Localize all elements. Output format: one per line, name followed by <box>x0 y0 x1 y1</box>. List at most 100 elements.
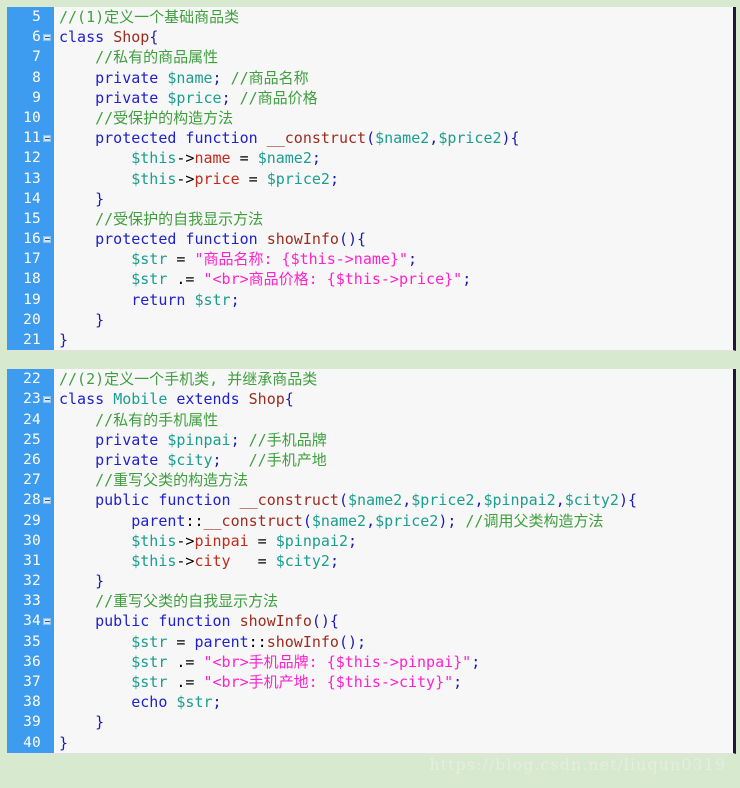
fold-spacer <box>42 550 54 572</box>
code-line-text: private $price; //商品价格 <box>54 88 733 108</box>
code-line-text: $str .= "<br>商品价格: {$this->price}"; <box>54 269 733 289</box>
code-token: $name2 <box>311 511 367 530</box>
code-token: $price2 <box>266 169 330 188</box>
code-token: = <box>239 169 267 188</box>
line-number: 10 <box>7 107 42 129</box>
code-line[interactable]: 26 private $city; //手机产地 <box>7 449 733 471</box>
code-token: $price2 <box>438 129 502 148</box>
code-line[interactable]: 24 //私有的手机属性 <box>7 409 733 430</box>
fold-spacer <box>42 712 54 733</box>
fold-collapse-icon[interactable] <box>42 611 54 632</box>
code-token: showInfo <box>239 612 312 631</box>
code-line[interactable]: 30 $this->pinpai = $pinpai2; <box>7 530 733 551</box>
code-token: ; <box>348 531 358 550</box>
code-line[interactable]: 23 class Mobile extends Shop{ <box>7 389 733 410</box>
code-line[interactable]: 25 private $pinpai; //手机品牌 <box>7 429 733 450</box>
code-line-text: private $name; //商品名称 <box>54 68 733 88</box>
code-line[interactable]: 22 //(2)定义一个手机类, 并继承商品类 <box>7 369 733 390</box>
code-line[interactable]: 12 $this->name = $name2; <box>7 148 733 169</box>
fold-collapse-icon[interactable] <box>42 490 54 511</box>
line-number: 18 <box>7 269 42 290</box>
code-token: ; <box>471 652 481 671</box>
code-line[interactable]: 31 $this->city = $city2; <box>7 550 733 572</box>
fold-collapse-icon[interactable] <box>42 27 54 48</box>
code-token: ( <box>338 491 348 510</box>
code-token: = <box>230 551 276 570</box>
code-line[interactable]: 33 //重写父类的自我显示方法 <box>7 591 733 612</box>
code-line[interactable]: 9 private $price; //商品价格 <box>7 87 733 108</box>
code-token: showInfo <box>266 632 339 651</box>
code-line[interactable]: 16 protected function showInfo(){ <box>7 229 733 250</box>
fold-spacer <box>42 530 54 551</box>
line-number: 21 <box>7 330 42 351</box>
code-line[interactable]: 39 } <box>7 712 733 733</box>
code-line[interactable]: 8 private $name; //商品名称 <box>7 67 733 88</box>
line-number: 26 <box>7 449 42 471</box>
line-number: 9 <box>7 87 42 108</box>
line-number: 22 <box>7 369 42 390</box>
code-token: class <box>59 390 105 409</box>
code-line[interactable]: 32 } <box>7 571 733 592</box>
code-line[interactable]: 17 $str = "商品名称: {$this->name}"; <box>7 249 733 270</box>
code-line[interactable]: 21} <box>7 330 733 351</box>
code-token: ; <box>311 149 321 168</box>
fold-collapse-icon[interactable] <box>42 229 54 250</box>
fold-spacer <box>42 188 54 209</box>
code-token: //受保护的自我显示方法 <box>59 209 264 228</box>
code-line[interactable]: 37 $str .= "<br>手机产地: {$this->city}"; <box>7 672 733 693</box>
line-number: 30 <box>7 530 42 551</box>
code-line-text: protected function __construct($name2,$p… <box>54 128 733 148</box>
line-number: 6 <box>7 27 42 48</box>
code-line[interactable]: 7 //私有的商品属性 <box>7 47 733 68</box>
fold-spacer <box>42 571 54 592</box>
code-token: ; <box>212 450 222 469</box>
fold-spacer <box>42 67 54 88</box>
code-line[interactable]: 35 $str = parent::showInfo(); <box>7 631 733 652</box>
code-line[interactable]: 19 return $str; <box>7 289 733 310</box>
code-token: ; <box>230 290 240 309</box>
code-line-text: } <box>54 712 733 732</box>
code-line[interactable]: 14 } <box>7 188 733 209</box>
code-line[interactable]: 6 class Shop{ <box>7 27 733 48</box>
code-block-shop-class[interactable]: 5//(1)定义一个基础商品类 6 class Shop{7 //私有的商品属性 8 … <box>7 7 736 352</box>
code-line[interactable]: 13 $this->price = $price2; <box>7 168 733 189</box>
code-token: :: <box>248 632 267 651</box>
code-token: $city2 <box>564 491 619 510</box>
line-number: 31 <box>7 550 42 572</box>
code-line[interactable]: 40} <box>7 732 733 753</box>
code-line-text: $str = "商品名称: {$this->name}"; <box>54 249 733 269</box>
code-token: //重写父类的自我显示方法 <box>59 592 279 611</box>
code-line[interactable]: 5 //(1)定义一个基础商品类 <box>7 7 733 28</box>
fold-collapse-icon[interactable] <box>42 128 54 149</box>
code-line[interactable]: 38 echo $str; <box>7 692 733 713</box>
code-token: private <box>59 430 159 449</box>
code-token: ( <box>302 511 312 530</box>
code-line[interactable]: 36 $str .= "<br>手机品牌: {$this->pinpai}"; <box>7 651 733 672</box>
code-line[interactable]: 11 protected function __construct($name2… <box>7 128 733 149</box>
line-number: 38 <box>7 692 42 713</box>
code-line[interactable]: 18 $str .= "<br>商品价格: {$this->price}"; <box>7 269 733 290</box>
code-token: $price <box>167 88 222 107</box>
line-number: 23 <box>7 389 42 410</box>
code-token: ; <box>221 88 231 107</box>
code-token: $this <box>59 531 177 550</box>
code-token: $price2 <box>411 491 475 510</box>
line-number: 36 <box>7 651 42 672</box>
code-block-mobile-class[interactable]: 22 //(2)定义一个手机类, 并继承商品类 23 class Mobile ext… <box>7 369 736 754</box>
code-token: extends <box>176 390 240 409</box>
code-line[interactable]: 10 //受保护的构造方法 <box>7 107 733 129</box>
fold-spacer <box>42 470 54 491</box>
fold-collapse-icon[interactable] <box>42 389 54 410</box>
code-line[interactable]: 34 public function showInfo(){ <box>7 611 733 632</box>
code-line[interactable]: 28 public function __construct($name2,$p… <box>7 490 733 511</box>
code-token: $pinpai <box>167 430 231 449</box>
fold-spacer <box>42 148 54 169</box>
code-line[interactable]: 15 //受保护的自我显示方法 <box>7 208 733 230</box>
code-line[interactable]: 20 } <box>7 309 733 330</box>
code-line[interactable]: 29 parent::__construct($name2,$price2); … <box>7 510 733 531</box>
code-token: $price2 <box>375 511 439 530</box>
fold-spacer <box>42 330 54 351</box>
code-line[interactable]: 27 //重写父类的构造方法 <box>7 470 733 491</box>
line-number: 13 <box>7 168 42 189</box>
